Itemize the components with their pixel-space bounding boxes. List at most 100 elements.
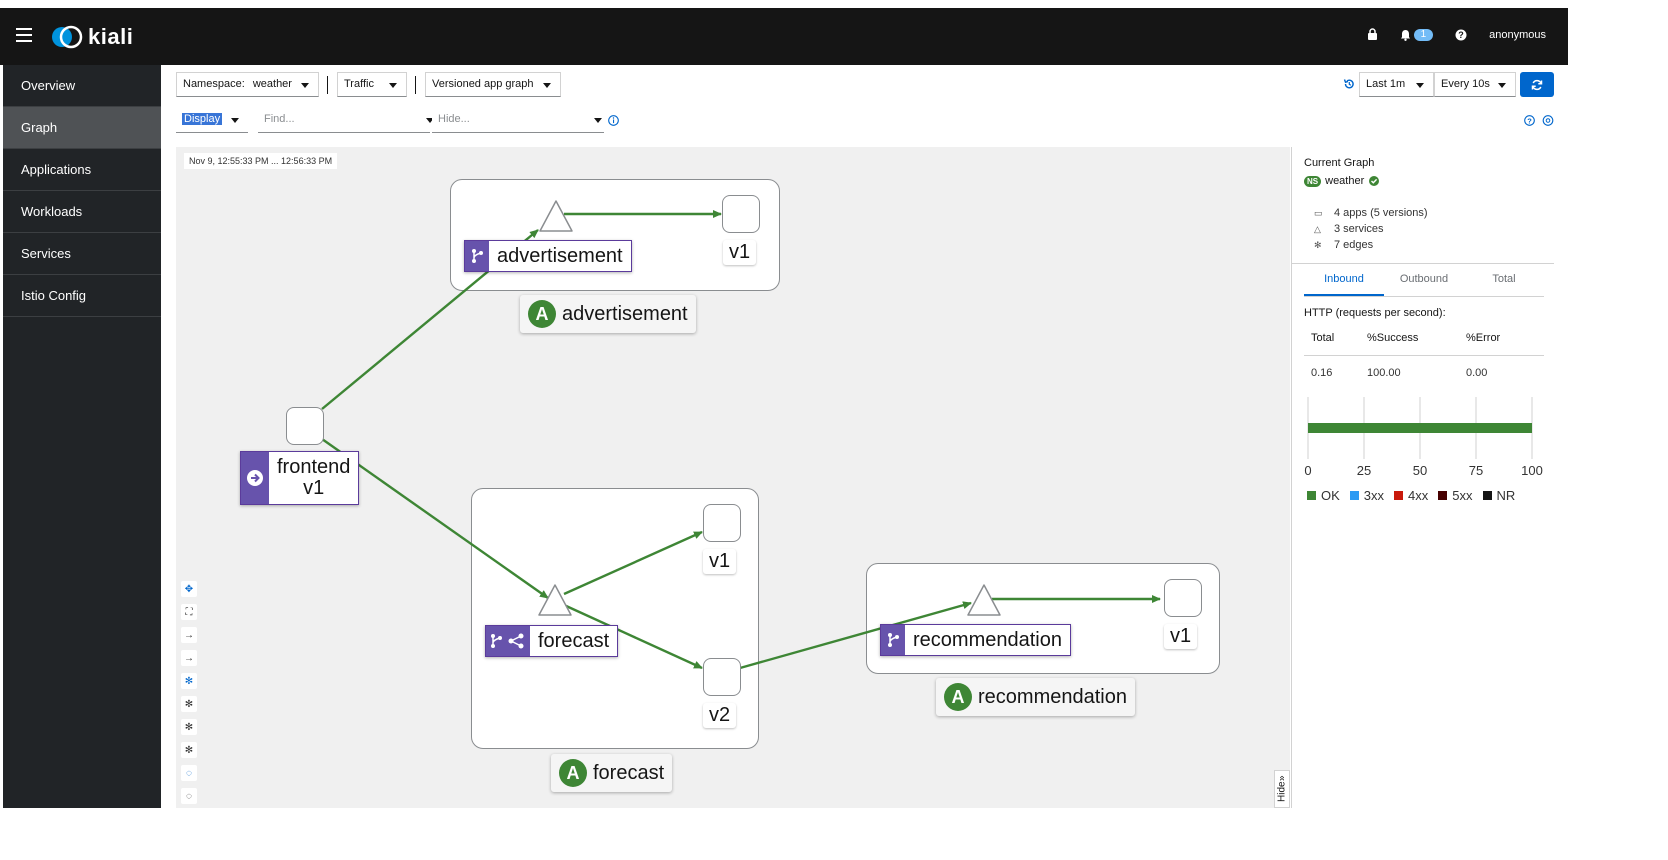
hamburger-menu-icon[interactable] bbox=[16, 28, 32, 42]
main-content: Namespace: weather Traffic Versioned app… bbox=[161, 65, 1568, 808]
summary-panel: Current Graph NS weather ▭ 4 apps (5 ver… bbox=[1291, 147, 1554, 808]
caret-down-icon bbox=[231, 118, 239, 123]
divider bbox=[327, 76, 328, 94]
kiali-logo[interactable]: kiali bbox=[50, 24, 133, 50]
layout-2-icon[interactable]: ✻ bbox=[181, 719, 197, 735]
sidebar-nav: Overview Graph Applications Workloads Se… bbox=[3, 65, 161, 808]
zoom-in-icon[interactable]: → bbox=[181, 627, 197, 643]
services-count: 3 services bbox=[1334, 223, 1384, 235]
value-total: 0.16 bbox=[1311, 367, 1333, 379]
services-icon: △ bbox=[1314, 223, 1321, 234]
advertisement-service-label[interactable]: advertisement bbox=[464, 240, 632, 272]
caret-down-icon bbox=[1498, 83, 1506, 88]
namespace-row[interactable]: NS weather bbox=[1304, 175, 1380, 187]
refresh-interval-dropdown[interactable]: Every 10s bbox=[1434, 72, 1516, 97]
graph-tour-icon[interactable] bbox=[1542, 115, 1554, 126]
recommendation-service-node[interactable] bbox=[966, 583, 1002, 617]
apps-stat: ▭ 4 apps (5 versions) bbox=[1314, 207, 1428, 219]
recommendation-app-label[interactable]: A recommendation bbox=[936, 678, 1135, 716]
sidebar-item-applications[interactable]: Applications bbox=[3, 149, 161, 191]
layout-default-icon[interactable]: ✻ bbox=[181, 673, 197, 689]
legend-nr-swatch bbox=[1482, 491, 1492, 500]
display-dropdown[interactable]: Display bbox=[176, 108, 248, 133]
hide-panel-tab[interactable]: Hide » bbox=[1274, 770, 1290, 808]
app-badge: A bbox=[944, 683, 972, 711]
traffic-tabs: Inbound Outbound Total bbox=[1304, 273, 1544, 297]
frontend-node-label[interactable]: frontend v1 bbox=[240, 451, 360, 505]
edges-count: 7 edges bbox=[1334, 239, 1374, 251]
pan-icon[interactable]: ✥ bbox=[181, 581, 197, 597]
namespace-dropdown[interactable]: Namespace: weather bbox=[176, 72, 319, 97]
legend-nr-label: NR bbox=[1496, 488, 1516, 503]
bell-icon bbox=[1400, 29, 1410, 41]
advertisement-service-node[interactable] bbox=[538, 199, 574, 233]
brand-name: kiali bbox=[88, 24, 134, 49]
recommendation-service-text: recommendation bbox=[913, 628, 1062, 651]
masthead: kiali 1 ? anonymous bbox=[0, 8, 1568, 65]
graph-canvas[interactable]: Nov 9, 12:55:33 PM ... 12:56:33 PM adver… bbox=[176, 147, 1290, 808]
tab-inbound[interactable]: Inbound bbox=[1304, 273, 1384, 296]
legend-icon[interactable]: ◌ bbox=[181, 788, 197, 804]
frontend-v1-node[interactable] bbox=[286, 407, 324, 445]
edges-icon: ✻ bbox=[1314, 239, 1322, 250]
lock-icon[interactable] bbox=[1367, 28, 1378, 41]
forecast-v1-node[interactable] bbox=[703, 504, 741, 542]
graph-type-dropdown[interactable]: Versioned app graph bbox=[425, 72, 561, 97]
legend-4xx-swatch bbox=[1394, 491, 1404, 500]
sidebar-item-graph[interactable]: Graph bbox=[3, 107, 161, 149]
status-legend: OK 3xx 4xx 5xx NR bbox=[1307, 488, 1525, 503]
axis-tick-label: 0 bbox=[1304, 463, 1311, 478]
advertisement-v1-node[interactable] bbox=[722, 195, 760, 233]
sidebar-item-istio-config[interactable]: Istio Config bbox=[3, 275, 161, 317]
sidebar-item-overview[interactable]: Overview bbox=[3, 65, 161, 107]
forecast-service-label[interactable]: forecast bbox=[485, 625, 619, 657]
forecast-v2-node[interactable] bbox=[703, 658, 741, 696]
legend-5xx-swatch bbox=[1438, 491, 1448, 500]
fit-to-screen-icon[interactable]: ⛶ bbox=[181, 604, 197, 620]
notifications[interactable]: 1 bbox=[1400, 28, 1434, 41]
time-range-dropdown[interactable]: Last 1m bbox=[1359, 72, 1434, 97]
layout-3-icon[interactable]: ✻ bbox=[181, 742, 197, 758]
advertisement-app-text: advertisement bbox=[562, 302, 688, 325]
sidebar-item-workloads[interactable]: Workloads bbox=[3, 191, 161, 233]
recommendation-service-label[interactable]: recommendation bbox=[880, 624, 1071, 656]
find-input[interactable]: Find... bbox=[258, 108, 434, 133]
table-row: 0.16 100.00 0.00 bbox=[1304, 356, 1544, 390]
traffic-dropdown[interactable]: Traffic bbox=[337, 72, 407, 97]
display-label: Display bbox=[182, 113, 223, 125]
namespace-value: weather bbox=[252, 78, 292, 90]
refresh-button[interactable] bbox=[1520, 72, 1554, 97]
help-circle-icon[interactable]: ? bbox=[1524, 115, 1535, 126]
legend-4xx: 4xx bbox=[1394, 488, 1428, 503]
hide-input[interactable]: Hide... bbox=[432, 108, 604, 133]
legend-5xx: 5xx bbox=[1438, 488, 1473, 503]
history-icon[interactable] bbox=[1343, 78, 1355, 90]
namespace-layout-icon[interactable]: ◌ bbox=[181, 765, 197, 781]
tab-outbound[interactable]: Outbound bbox=[1384, 273, 1464, 296]
zoom-out-icon[interactable]: → bbox=[181, 650, 197, 666]
kiali-logo-icon bbox=[52, 25, 83, 49]
user-menu[interactable]: anonymous bbox=[1489, 29, 1546, 41]
tab-total[interactable]: Total bbox=[1464, 273, 1544, 296]
layout-1-icon[interactable]: ✻ bbox=[181, 696, 197, 712]
sidebar-item-services[interactable]: Services bbox=[3, 233, 161, 275]
namespace-name: weather bbox=[1325, 175, 1365, 187]
forecast-service-text: forecast bbox=[538, 629, 610, 652]
refresh-interval-value: Every 10s bbox=[1441, 78, 1490, 90]
info-icon[interactable] bbox=[608, 115, 619, 126]
advertisement-app-label[interactable]: A advertisement bbox=[520, 295, 696, 333]
svg-text:?: ? bbox=[1458, 30, 1464, 40]
legend-4xx-label: 4xx bbox=[1408, 488, 1429, 503]
recommendation-v1-node[interactable] bbox=[1164, 579, 1202, 617]
http-table: Total %Success %Error 0.16 100.00 0.00 bbox=[1304, 332, 1544, 390]
panel-title: Current Graph bbox=[1304, 157, 1375, 169]
edge-forecast-v1[interactable] bbox=[563, 530, 703, 596]
forecast-app-text: forecast bbox=[593, 761, 665, 784]
ok-bar bbox=[1308, 423, 1532, 433]
advertisement-service-text: advertisement bbox=[497, 244, 623, 267]
forecast-app-label[interactable]: A forecast bbox=[551, 754, 673, 792]
help-icon[interactable]: ? bbox=[1455, 29, 1467, 41]
forecast-service-node[interactable] bbox=[537, 583, 573, 617]
graph-type-label: Versioned app graph bbox=[432, 78, 534, 90]
recommendation-v1-label: v1 bbox=[1164, 624, 1198, 649]
